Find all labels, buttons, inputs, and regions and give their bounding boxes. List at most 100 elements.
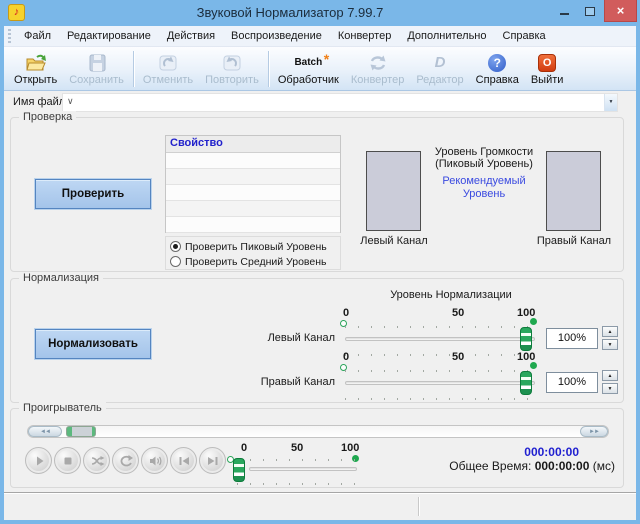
previous-icon <box>176 453 192 469</box>
player-group-label: Проигрыватель <box>19 402 106 414</box>
speaker-icon <box>147 453 163 469</box>
normalization-level-title: Уровень Нормализации <box>341 289 561 301</box>
right-value-up-button[interactable]: ▲ <box>602 370 618 381</box>
seek-bar[interactable]: ◄◄ ►► <box>27 425 609 438</box>
right-channel-slider-track[interactable] <box>345 381 535 385</box>
shuffle-icon <box>89 453 105 469</box>
left-channel-meter-label: Левый Канал <box>354 235 434 247</box>
left-channel-slider-thumb[interactable] <box>520 327 532 351</box>
client-area: Файл Редактирование Действия Воспроизвед… <box>4 26 636 520</box>
scale-100: 100 <box>341 442 359 454</box>
check-group-label: Проверка <box>19 111 76 123</box>
table-row <box>166 153 340 169</box>
maximize-icon <box>585 7 595 16</box>
right-value-down-button[interactable]: ▼ <box>602 383 618 394</box>
editor-icon: D <box>435 52 446 74</box>
app-icon: ♪ <box>8 4 25 21</box>
slider-ticks <box>237 483 357 485</box>
slider-ticks <box>237 459 357 461</box>
redo-icon <box>221 52 243 74</box>
right-channel-slider-label: Правый Канал <box>241 376 335 388</box>
stop-button[interactable] <box>54 447 81 474</box>
undo-button[interactable]: Отменить <box>137 49 199 89</box>
undo-icon <box>157 52 179 74</box>
right-channel-slider-thumb[interactable] <box>520 371 532 395</box>
player-volume-thumb[interactable] <box>233 458 245 482</box>
volume-button[interactable] <box>141 447 168 474</box>
menu-grip-icon <box>8 29 11 43</box>
converter-button[interactable]: Конвертер <box>345 49 410 89</box>
chevron-down-icon: ∨ <box>67 96 74 107</box>
left-channel-value[interactable]: 100% <box>546 328 598 349</box>
check-mode-panel: Проверить Пиковый Уровень Проверить Сред… <box>165 236 341 270</box>
batch-star-icon: * <box>324 49 329 69</box>
save-disk-icon <box>86 52 108 74</box>
left-value-down-button[interactable]: ▼ <box>602 339 618 350</box>
left-channel-slider-label: Левый Канал <box>241 332 335 344</box>
repeat-button[interactable] <box>112 447 139 474</box>
total-time-line: Общее Время: 000:00:00 (мс) <box>449 459 615 473</box>
filename-combobox[interactable]: ∨ ▼ <box>62 93 618 112</box>
left-channel-slider-track[interactable] <box>345 337 535 341</box>
batch-icon: Batch* <box>294 52 322 74</box>
menu-playback[interactable]: Воспроизведение <box>223 26 330 46</box>
menu-help[interactable]: Справка <box>495 26 554 46</box>
menu-extra[interactable]: Дополнительно <box>399 26 494 46</box>
up-arrow-icon: ▲ <box>608 373 613 379</box>
recommended-level-link[interactable]: Рекомендуемый Уровень <box>434 175 534 201</box>
seek-thumb[interactable] <box>66 426 96 437</box>
exit-button[interactable]: O Выйти <box>525 49 570 89</box>
down-arrow-icon: ▼ <box>608 386 613 392</box>
help-button[interactable]: ? Справка <box>470 49 525 89</box>
stop-icon <box>60 453 76 469</box>
scale-0: 0 <box>343 351 349 363</box>
open-button[interactable]: Открыть <box>8 49 63 89</box>
down-arrow-icon: ▼ <box>608 342 613 348</box>
repeat-icon <box>118 453 134 469</box>
menubar: Файл Редактирование Действия Воспроизвед… <box>4 26 636 47</box>
next-icon <box>205 453 221 469</box>
toolbar-separator <box>268 51 269 87</box>
table-row <box>166 185 340 201</box>
next-track-button[interactable] <box>199 447 226 474</box>
seek-back-button[interactable]: ◄◄ <box>28 426 62 437</box>
previous-track-button[interactable] <box>170 447 197 474</box>
slider-max-marker <box>530 318 537 325</box>
slider-ticks <box>345 326 535 328</box>
play-button[interactable] <box>25 447 52 474</box>
normalization-group-label: Нормализация <box>19 272 103 284</box>
menu-actions[interactable]: Действия <box>159 26 223 46</box>
close-button[interactable]: × <box>604 0 637 22</box>
save-button[interactable]: Сохранить <box>63 49 130 89</box>
total-time-unit: (мс) <box>593 459 615 473</box>
editor-button[interactable]: D Редактор <box>410 49 469 89</box>
dropdown-arrow-icon: ▼ <box>609 99 614 105</box>
menu-converter[interactable]: Конвертер <box>330 26 399 46</box>
right-channel-value[interactable]: 100% <box>546 372 598 393</box>
slider-ticks <box>345 398 535 400</box>
player-volume-track[interactable] <box>249 467 357 471</box>
maximize-button[interactable] <box>578 0 602 22</box>
batch-processor-button[interactable]: Batch* Обработчик <box>272 49 345 89</box>
toolbar-separator <box>133 51 134 87</box>
check-button[interactable]: Проверить <box>35 179 151 209</box>
left-value-up-button[interactable]: ▲ <box>602 326 618 337</box>
scale-50: 50 <box>452 307 464 319</box>
radio-peak-level[interactable]: Проверить Пиковый Уровень <box>170 239 336 254</box>
shuffle-button[interactable] <box>83 447 110 474</box>
filename-dropdown-button[interactable]: ▼ <box>604 94 617 111</box>
minimize-button[interactable] <box>552 0 576 22</box>
normalize-button[interactable]: Нормализовать <box>35 329 151 359</box>
menu-file[interactable]: Файл <box>16 26 59 46</box>
property-table[interactable]: Свойство <box>165 135 341 233</box>
redo-button[interactable]: Повторить <box>199 49 265 89</box>
status-bar <box>4 492 636 520</box>
scale-50: 50 <box>452 351 464 363</box>
menu-edit[interactable]: Редактирование <box>59 26 159 46</box>
slider-ticks <box>345 370 535 372</box>
minimize-icon <box>560 13 569 15</box>
seek-forward-button[interactable]: ►► <box>580 426 608 437</box>
radio-average-level[interactable]: Проверить Средний Уровень <box>170 254 336 269</box>
scale-50: 50 <box>291 442 303 454</box>
double-right-arrow-icon: ►► <box>589 429 599 435</box>
